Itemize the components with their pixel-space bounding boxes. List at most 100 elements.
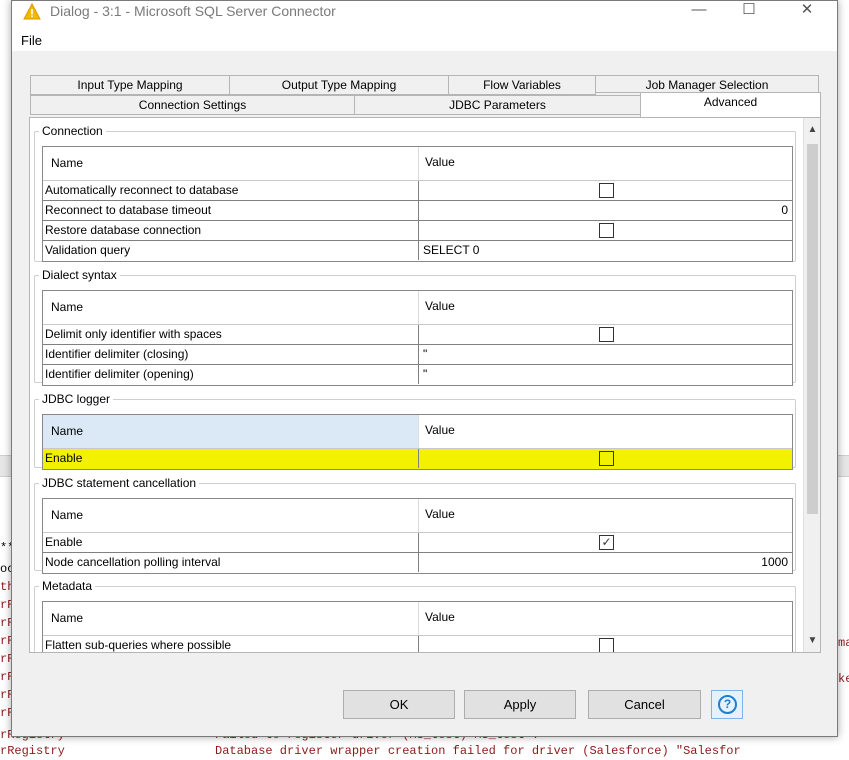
table-row[interactable]: Validation query SELECT 0 [43,241,792,261]
tab-connection-settings[interactable]: Connection Settings [30,95,355,115]
table-row[interactable]: Enable ✓ [43,533,792,553]
help-button[interactable]: ? [711,690,743,719]
group-title: Dialect syntax [39,267,120,283]
row-value[interactable]: " [419,365,792,384]
table-header: Name Value [43,602,792,636]
name-column-header[interactable]: Name [43,602,419,635]
value-column-header[interactable]: Value [419,415,794,448]
group-title: Connection [39,123,106,139]
menu-bar: File [12,31,837,51]
row-name: Flatten sub-queries where possible [43,636,419,652]
metadata-group: Metadata Name Value Flatten sub-queries … [34,578,796,652]
row-name: Identifier delimiter (closing) [43,345,419,364]
tab-output-type-mapping[interactable]: Output Type Mapping [229,75,449,95]
table-row[interactable]: Identifier delimiter (opening) " [43,365,792,385]
warning-triangle-icon [23,3,41,20]
table-header: Name Value [43,415,792,449]
row-value[interactable]: ✓ [419,533,792,552]
window-title: Dialog - 3:1 - Microsoft SQL Server Conn… [50,3,336,19]
scroll-down-icon[interactable]: ▼ [804,632,820,649]
row-name: Node cancellation polling interval [43,553,419,572]
tab-advanced[interactable]: Advanced [640,92,821,117]
metadata-table: Name Value Flatten sub-queries where pos… [42,601,793,652]
row-value[interactable]: 0 [419,201,792,220]
table-header: Name Value [43,291,792,325]
connector-dialog: Dialog - 3:1 - Microsoft SQL Server Conn… [11,0,838,737]
console-line: ke [838,672,849,686]
checkbox[interactable] [599,223,614,238]
row-value[interactable] [419,449,792,468]
tab-flow-variables[interactable]: Flow Variables [448,75,596,95]
cancellation-table: Name Value Enable ✓ Node cancellation po… [42,498,793,574]
table-row[interactable]: Identifier delimiter (closing) " [43,345,792,365]
table-row[interactable]: Flatten sub-queries where possible [43,636,792,652]
scroll-up-icon[interactable]: ▲ [804,121,820,138]
ok-button[interactable]: OK [343,690,455,719]
row-value[interactable] [419,325,792,344]
jdbc-logger-table: Name Value Enable [42,414,793,470]
connection-group: Connection Name Value Automatically reco… [34,123,796,262]
name-column-header[interactable]: Name [43,499,419,532]
row-value[interactable]: " [419,345,792,364]
scrollbar-thumb[interactable] [807,144,818,514]
console-line: rRegistry [0,744,65,758]
row-name: Validation query [43,241,419,260]
value-column-header[interactable]: Value [419,291,794,324]
table-row[interactable]: Node cancellation polling interval 1000 [43,553,792,573]
settings-scroll-area: Connection Name Value Automatically reco… [30,118,805,652]
table-row[interactable]: Enable [43,449,792,469]
value-column-header[interactable]: Value [419,147,794,180]
checkbox[interactable] [599,451,614,466]
row-name: Enable [43,533,419,552]
console-line: ma [838,636,849,650]
menu-file[interactable]: File [21,33,42,48]
help-icon: ? [718,695,737,714]
row-name: Delimit only identifier with spaces [43,325,419,344]
table-header: Name Value [43,499,792,533]
jdbc-cancellation-group: JDBC statement cancellation Name Value E… [34,475,796,574]
advanced-panel: Connection Name Value Automatically reco… [29,117,821,653]
row-value[interactable]: SELECT 0 [419,241,792,260]
dialect-syntax-group: Dialect syntax Name Value Delimit only i… [34,267,796,386]
apply-button[interactable]: Apply [464,690,576,719]
tab-job-manager-selection[interactable]: Job Manager Selection [595,75,819,93]
connection-table: Name Value Automatically reconnect to da… [42,146,793,262]
name-column-header[interactable]: Name [43,147,419,180]
table-header: Name Value [43,147,792,181]
name-column-header[interactable]: Name [43,291,419,324]
table-row[interactable]: Automatically reconnect to database [43,181,792,201]
table-row[interactable]: Restore database connection [43,221,792,241]
tab-input-type-mapping[interactable]: Input Type Mapping [30,75,230,95]
row-name: Automatically reconnect to database [43,181,419,200]
cancel-button[interactable]: Cancel [588,690,701,719]
row-name: Restore database connection [43,221,419,240]
row-value[interactable] [419,221,792,240]
row-name: Enable [43,449,419,468]
group-title: JDBC logger [39,391,114,407]
row-value[interactable] [419,181,792,200]
name-column-header[interactable]: Name [43,415,419,448]
row-value[interactable]: 1000 [419,553,792,572]
checkbox[interactable] [599,183,614,198]
tab-jdbc-parameters[interactable]: JDBC Parameters [354,95,641,115]
value-column-header[interactable]: Value [419,499,794,532]
group-title: Metadata [39,578,96,594]
value-column-header[interactable]: Value [419,602,794,635]
checkbox[interactable] [599,327,614,342]
checkbox-checked[interactable]: ✓ [599,535,614,550]
table-row[interactable]: Delimit only identifier with spaces [43,325,792,345]
row-name: Reconnect to database timeout [43,201,419,220]
vertical-scrollbar[interactable]: ▲ ▼ [803,118,820,652]
table-row[interactable]: Reconnect to database timeout 0 [43,201,792,221]
console-message: Database driver wrapper creation failed … [215,744,741,758]
minimize-button[interactable]: — [676,1,722,23]
checkbox[interactable] [599,638,614,652]
close-button[interactable]: ✕ [784,1,830,23]
dialect-table: Name Value Delimit only identifier with … [42,290,793,386]
row-name: Identifier delimiter (opening) [43,365,419,384]
row-value[interactable] [419,636,792,652]
title-bar: Dialog - 3:1 - Microsoft SQL Server Conn… [12,1,837,31]
maximize-button[interactable]: ☐ [726,1,772,23]
jdbc-logger-group: JDBC logger Name Value Enable [34,391,796,470]
group-title: JDBC statement cancellation [39,475,200,491]
